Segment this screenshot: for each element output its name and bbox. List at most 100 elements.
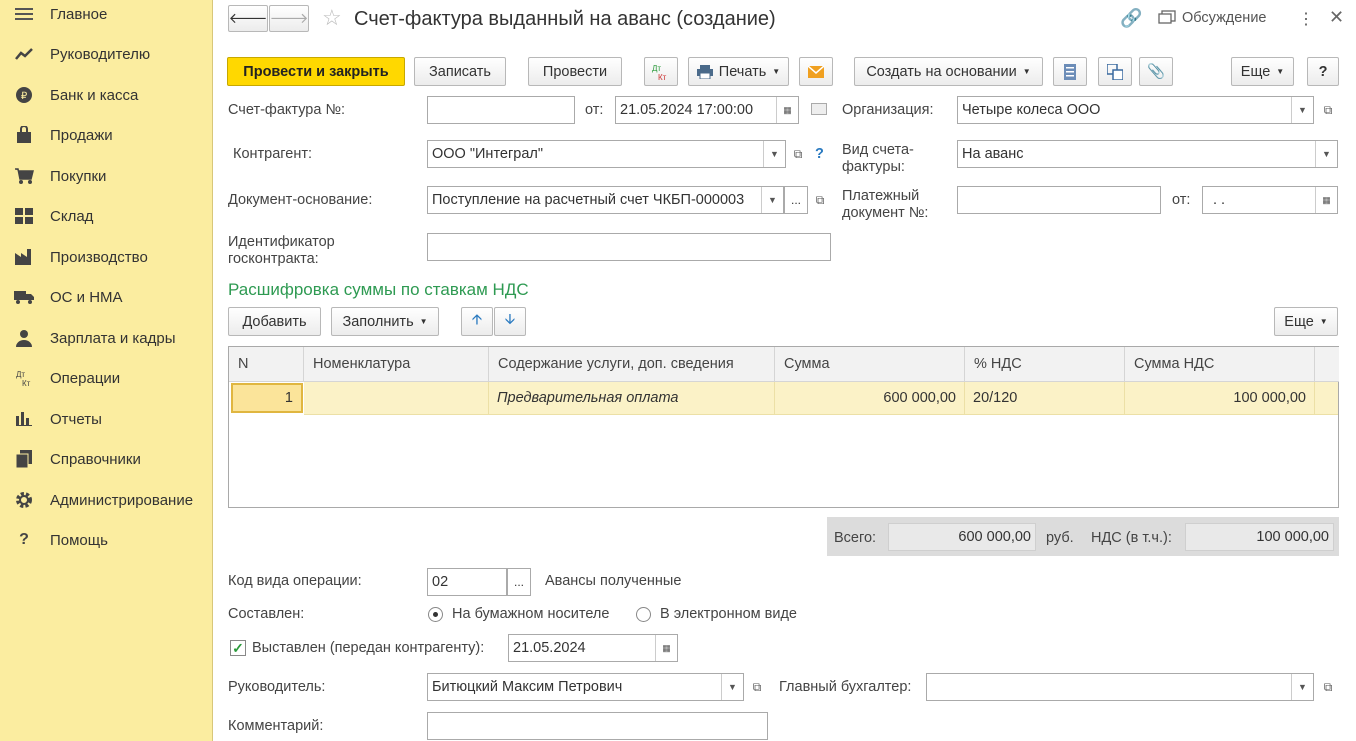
select-button[interactable]: ...	[784, 186, 808, 214]
invoice-no-field[interactable]	[427, 96, 575, 124]
issued-checkbox[interactable]: ✓	[230, 640, 246, 656]
electronic-label: В электронном виде	[660, 606, 797, 622]
sidebar-item-fixed-assets[interactable]: ОС и НМА	[0, 280, 213, 314]
cell-vat-sum[interactable]: 100 000,00	[1125, 382, 1315, 415]
question-icon[interactable]: ?	[815, 146, 824, 162]
sidebar: Главное Руководителю ₽ Банк и касса Прода…	[0, 0, 213, 741]
cell-n[interactable]: 1	[231, 383, 303, 413]
counterparty-field[interactable]: ООО "Интеграл" ▼	[427, 140, 786, 168]
print-button[interactable]: Печать ▼	[688, 57, 789, 86]
cell-sum[interactable]: 600 000,00	[775, 382, 965, 415]
close-icon[interactable]: ✕	[1329, 7, 1344, 28]
cell-item[interactable]	[304, 382, 489, 415]
org-label: Организация:	[842, 102, 934, 118]
open-icon[interactable]: ⧉	[747, 677, 767, 697]
sidebar-item-sales[interactable]: Продажи	[0, 118, 213, 152]
electronic-radio[interactable]	[636, 607, 651, 622]
star-icon[interactable]: ☆	[322, 5, 342, 31]
column-header-n[interactable]: N	[229, 347, 304, 382]
invoice-kind-label: Вид счета-фактуры:	[842, 142, 914, 175]
head-field[interactable]: Битюцкий Максим Петрович ▼	[427, 673, 744, 701]
sidebar-item-help[interactable]: ? Помощь	[0, 523, 213, 557]
open-icon[interactable]: ⧉	[1318, 100, 1338, 120]
chevron-down-icon[interactable]: ▼	[1291, 97, 1313, 123]
sidebar-item-reports[interactable]: Отчеты	[0, 402, 213, 436]
question-icon: ?	[19, 531, 29, 548]
column-header-vat-sum[interactable]: Сумма НДС	[1125, 347, 1315, 382]
help-button[interactable]: ?	[1307, 57, 1339, 86]
keyboard-icon[interactable]	[811, 103, 827, 115]
total-field: 600 000,00	[888, 523, 1036, 551]
open-icon[interactable]: ⧉	[810, 190, 830, 210]
truck-icon	[14, 287, 34, 307]
move-up-button[interactable]: 🡩	[461, 307, 493, 336]
attach-button[interactable]: 📎	[1139, 57, 1173, 86]
sidebar-item-purchases[interactable]: Покупки	[0, 159, 213, 193]
column-header-sum[interactable]: Сумма	[775, 347, 965, 382]
paper-radio[interactable]	[428, 607, 443, 622]
sidebar-item-label: Продажи	[50, 126, 113, 144]
calendar-icon[interactable]: ▦	[655, 635, 677, 661]
sidebar-item-operations[interactable]: Дт Кт Операции	[0, 361, 213, 395]
email-button[interactable]	[799, 57, 833, 86]
invoice-date-field[interactable]: 21.05.2024 17:00:00 ▦	[615, 96, 799, 124]
payment-doc-field[interactable]	[957, 186, 1161, 214]
sidebar-item-admin[interactable]: Администрирование	[0, 483, 213, 517]
cell-vat-rate[interactable]: 20/120	[965, 382, 1125, 415]
save-button[interactable]: Записать	[414, 57, 506, 86]
org-field[interactable]: Четыре колеса ООО ▼	[957, 96, 1314, 124]
issued-date-field[interactable]: 21.05.2024 ▦	[508, 634, 678, 662]
discussion-button[interactable]: Обсуждение	[1158, 10, 1266, 26]
sidebar-item-salary[interactable]: Зарплата и кадры	[0, 321, 213, 355]
create-based-on-button[interactable]: Создать на основании ▼	[854, 57, 1043, 86]
open-icon[interactable]: ⧉	[1318, 677, 1338, 697]
calendar-icon[interactable]: ▦	[776, 97, 798, 123]
chevron-down-icon[interactable]: ▼	[1291, 674, 1313, 700]
calendar-icon[interactable]: ▦	[1315, 187, 1337, 213]
add-row-button[interactable]: Добавить	[228, 307, 321, 336]
issued-label: Выставлен (передан контрагенту):	[252, 640, 485, 656]
back-button[interactable]: 🡐	[228, 5, 268, 32]
payment-date-field[interactable]: . . ▦	[1202, 186, 1338, 214]
more-vertical-icon[interactable]: ⋮	[1298, 9, 1314, 29]
column-header-content[interactable]: Содержание услуги, доп. сведения	[489, 347, 775, 382]
invoice-kind-field[interactable]: На аванс ▼	[957, 140, 1338, 168]
fill-button[interactable]: Заполнить ▼	[331, 307, 439, 336]
sidebar-item-label: Производство	[50, 248, 148, 266]
column-header-item[interactable]: Номенклатура	[304, 347, 489, 382]
chief-acc-field[interactable]: ▼	[926, 673, 1314, 701]
sidebar-item-bank[interactable]: ₽ Банк и касса	[0, 78, 213, 112]
sidebar-item-production[interactable]: Производство	[0, 240, 213, 274]
more-button[interactable]: Еще ▼	[1231, 57, 1294, 86]
table-more-label: Еще	[1284, 313, 1314, 330]
move-down-button[interactable]: 🡫	[494, 307, 526, 336]
column-header-vat-rate[interactable]: % НДС	[965, 347, 1125, 382]
op-code-field[interactable]: 02	[427, 568, 507, 596]
cell-content[interactable]: Предварительная оплата	[489, 382, 775, 415]
forward-button[interactable]: 🡒	[269, 5, 309, 32]
chevron-down-icon[interactable]: ▼	[763, 141, 785, 167]
dt-kt-button[interactable]: Дт Кт	[644, 57, 678, 86]
menu-icon	[14, 4, 34, 24]
sidebar-item-warehouse[interactable]: Склад	[0, 199, 213, 233]
post-button[interactable]: Провести	[528, 57, 622, 86]
chevron-down-icon[interactable]: ▼	[721, 674, 743, 700]
chevron-down-icon[interactable]: ▼	[761, 187, 783, 213]
arrow-right-icon: 🡒	[269, 11, 309, 27]
select-button[interactable]: ...	[507, 568, 531, 596]
structure-button[interactable]	[1098, 57, 1132, 86]
chevron-down-icon[interactable]: ▼	[1315, 141, 1337, 167]
table-more-button[interactable]: Еще ▼	[1274, 307, 1338, 336]
vat-table: N Номенклатура Содержание услуги, доп. с…	[228, 346, 1339, 508]
sidebar-item-main[interactable]: Главное	[0, 0, 213, 31]
link-icon[interactable]: 🔗	[1120, 8, 1142, 29]
base-doc-field[interactable]: Поступление на расчетный счет ЧКБП-00000…	[427, 186, 784, 214]
document-list-button[interactable]	[1053, 57, 1087, 86]
comment-field[interactable]	[427, 712, 768, 740]
gov-id-field[interactable]	[427, 233, 831, 261]
sidebar-item-references[interactable]: Справочники	[0, 442, 213, 476]
open-icon[interactable]: ⧉	[788, 144, 808, 164]
sidebar-item-manager[interactable]: Руководителю	[0, 37, 213, 71]
svg-text:Кт: Кт	[658, 73, 667, 81]
post-and-close-button[interactable]: Провести и закрыть	[227, 57, 405, 86]
